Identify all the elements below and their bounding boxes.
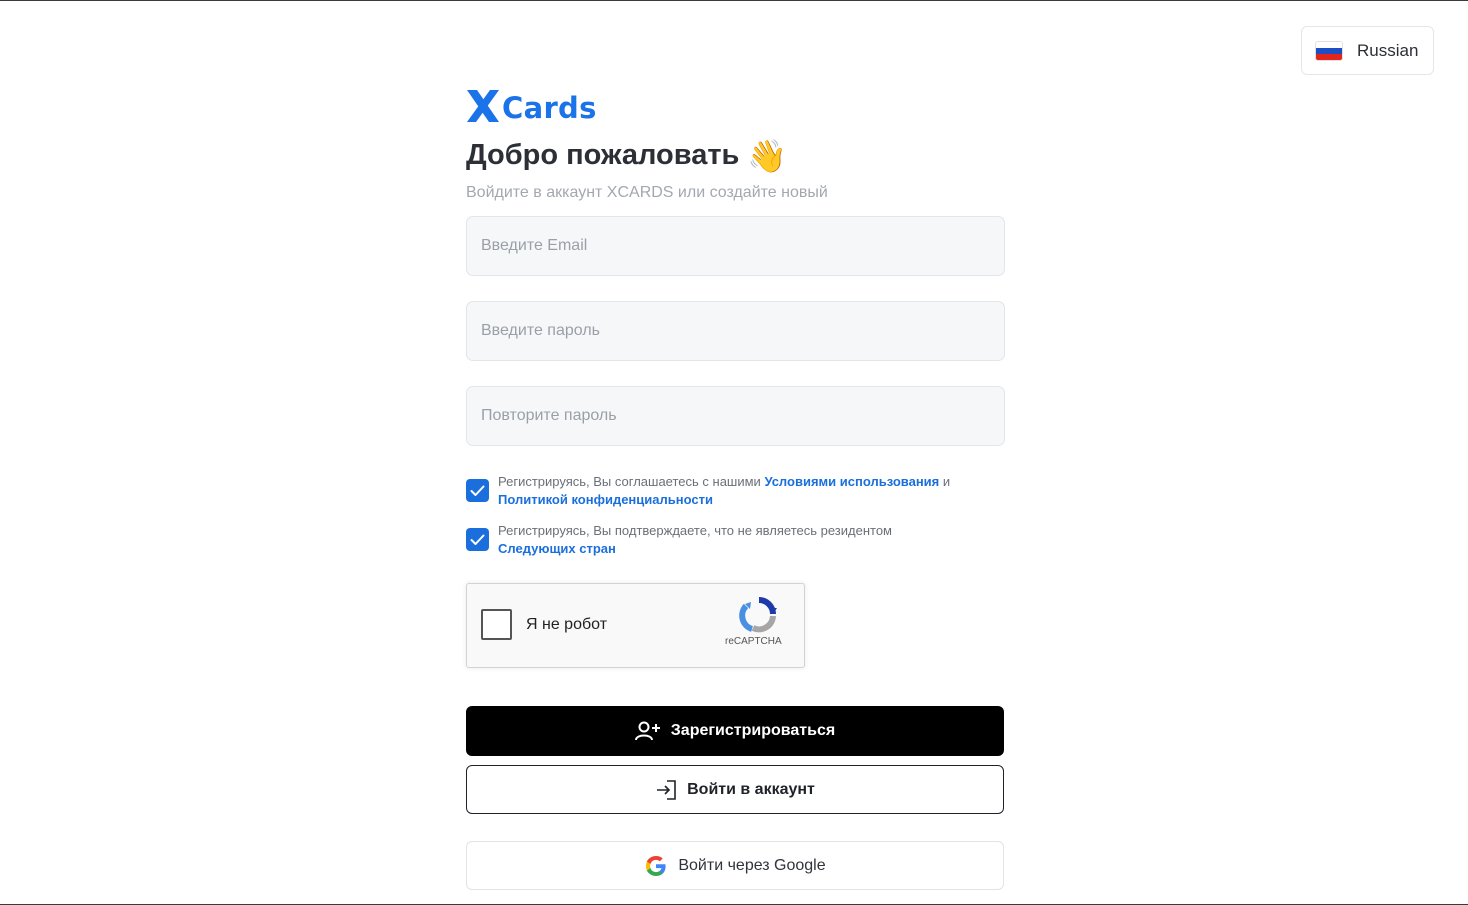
login-button[interactable]: Войти в аккаунт bbox=[466, 765, 1004, 814]
terms-consent-text: Регистрируясь, Вы соглашаетесь с нашими … bbox=[498, 473, 950, 509]
terms-of-use-link[interactable]: Условиями использования bbox=[764, 474, 939, 489]
terms-checkbox[interactable] bbox=[466, 479, 489, 502]
recaptcha-checkbox[interactable] bbox=[481, 609, 512, 640]
google-login-button[interactable]: Войти через Google bbox=[466, 841, 1004, 890]
email-field[interactable] bbox=[466, 216, 1005, 276]
google-icon bbox=[646, 855, 666, 876]
login-icon bbox=[657, 779, 676, 800]
consent-text: Регистрируясь, Вы соглашаетесь с нашими bbox=[498, 474, 765, 489]
consent-text: Регистрируясь, Вы подтверждаете, что не … bbox=[498, 523, 892, 538]
checkmark-icon bbox=[470, 534, 485, 545]
password-field[interactable] bbox=[466, 301, 1005, 361]
privacy-policy-link[interactable]: Политикой конфиденциальности bbox=[498, 492, 713, 507]
login-button-label: Войти в аккаунт bbox=[687, 780, 815, 798]
register-button-label: Зарегистрироваться bbox=[670, 722, 836, 739]
google-button-label: Войти через Google bbox=[678, 856, 826, 874]
terms-consent-row: Регистрируясь, Вы соглашаетесь с нашими … bbox=[466, 473, 1005, 509]
page: Russian Cards Добро пожаловать 👋 Войдите… bbox=[0, 0, 1468, 905]
add-user-icon bbox=[634, 721, 660, 741]
language-label: Russian bbox=[1357, 40, 1419, 60]
xcards-logo[interactable]: Cards bbox=[466, 87, 597, 123]
logo-text: Cards bbox=[502, 91, 597, 125]
page-subtitle: Войдите в аккаунт XCARDS или создайте но… bbox=[466, 184, 828, 201]
title-text: Добро пожаловать bbox=[466, 139, 740, 171]
language-selector[interactable]: Russian bbox=[1301, 26, 1434, 75]
residency-consent-text: Регистрируясь, Вы подтверждаете, что не … bbox=[498, 522, 892, 558]
recaptcha-widget: Я не робот reCAPTCHA bbox=[466, 583, 805, 668]
x-logo-icon bbox=[467, 90, 499, 122]
restricted-countries-link[interactable]: Следующих стран bbox=[498, 541, 616, 556]
repeat-password-field[interactable] bbox=[466, 386, 1005, 446]
residency-checkbox[interactable] bbox=[466, 528, 489, 551]
register-button[interactable]: Зарегистрироваться bbox=[466, 706, 1004, 756]
recaptcha-logo-icon bbox=[739, 597, 777, 633]
recaptcha-brand: reCAPTCHA bbox=[725, 636, 782, 647]
residency-consent-row: Регистрируясь, Вы подтверждаете, что не … bbox=[466, 522, 1005, 558]
recaptcha-label: Я не робот bbox=[526, 616, 608, 633]
consent-text: и bbox=[939, 474, 951, 489]
page-title: Добро пожаловать 👋 bbox=[466, 139, 787, 172]
russia-flag-icon bbox=[1315, 40, 1343, 61]
waving-hand-icon: 👋 bbox=[747, 137, 788, 174]
checkmark-icon bbox=[470, 485, 485, 496]
